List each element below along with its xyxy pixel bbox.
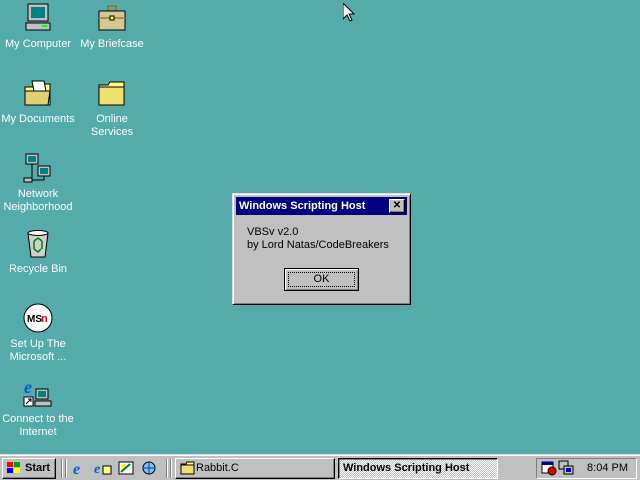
show-desktop-icon[interactable] — [117, 460, 135, 476]
desktop-icon-label: My Computer — [4, 38, 72, 50]
ok-button[interactable]: OK — [284, 268, 359, 291]
dialog-titlebar[interactable]: Windows Scripting Host ✕ — [236, 197, 407, 215]
desktop: My Computer My Briefcase My Documents On… — [0, 0, 640, 454]
taskbar-separator — [166, 459, 168, 478]
message-line: VBSv v2.0 — [247, 226, 299, 238]
dialog-title: Windows Scripting Host — [239, 200, 366, 212]
task-label: Windows Scripting Host — [343, 462, 470, 474]
taskbar-separator — [65, 459, 67, 478]
system-tray: 8:04 PM — [536, 458, 637, 479]
documents-folder-icon — [22, 77, 54, 109]
scheduler-icon[interactable] — [541, 460, 557, 476]
taskbar-separator — [170, 459, 172, 478]
channels-icon[interactable] — [140, 460, 158, 476]
desktop-icon-my-briefcase[interactable]: My Briefcase — [74, 2, 150, 51]
desktop-icon-my-computer[interactable]: My Computer — [0, 2, 76, 51]
desktop-icon-label: Connect to the Internet — [2, 413, 74, 438]
desktop-icon-label: Online Services — [90, 113, 134, 138]
desktop-icon-label: Network Neighborhood — [3, 188, 73, 213]
windows-logo-icon — [7, 462, 20, 473]
message-dialog: Windows Scripting Host ✕ VBSv v2.0 by Lo… — [232, 193, 411, 305]
computer-icon — [22, 2, 54, 34]
start-button[interactable]: Start — [2, 458, 56, 479]
svg-text:n: n — [41, 313, 48, 325]
svg-text:e: e — [24, 377, 32, 397]
desktop-icon-label: My Briefcase — [80, 38, 144, 50]
task-label: Rabbit.C — [196, 462, 239, 474]
focus-rectangle — [288, 272, 355, 287]
desktop-icon-connect-internet[interactable]: e Connect to the Internet — [0, 377, 76, 439]
desktop-icon-msn-setup[interactable]: MS n Set Up The Microsoft ... — [0, 302, 76, 364]
close-icon: ✕ — [392, 200, 402, 211]
close-button[interactable]: ✕ — [389, 199, 405, 213]
msn-icon: MS n — [22, 302, 54, 334]
desktop-icon-recycle-bin[interactable]: Recycle Bin — [0, 227, 76, 276]
internet-explorer-icon[interactable]: e — [71, 460, 89, 476]
task-button-wsh[interactable]: Windows Scripting Host — [338, 458, 498, 479]
taskbar: Start e e Rabbit.C Windows Scripting Hos… — [0, 454, 640, 480]
dialog-message: VBSv v2.0 by Lord Natas/CodeBreakers — [247, 226, 389, 252]
svg-text:e: e — [73, 461, 80, 476]
desktop-icon-network-neighborhood[interactable]: Network Neighborhood — [0, 152, 76, 214]
svg-text:e: e — [94, 462, 100, 476]
network-icon — [22, 152, 54, 184]
start-label: Start — [25, 462, 51, 474]
desktop-icon-label: My Documents — [1, 113, 75, 125]
briefcase-icon — [96, 2, 128, 34]
message-line: by Lord Natas/CodeBreakers — [247, 239, 389, 251]
outlook-express-icon[interactable]: e — [94, 460, 112, 476]
recycle-bin-icon — [22, 227, 54, 259]
folder-icon — [96, 77, 128, 109]
desktop-icon-label: Set Up The Microsoft ... — [9, 338, 67, 363]
clock[interactable]: 8:04 PM — [587, 459, 628, 478]
desktop-icon-online-services[interactable]: Online Services — [74, 77, 150, 139]
desktop-icon-my-documents[interactable]: My Documents — [0, 77, 76, 126]
desktop-icon-label: Recycle Bin — [8, 263, 68, 275]
network-tray-icon[interactable] — [558, 460, 574, 476]
internet-connect-icon: e — [22, 377, 54, 409]
taskbar-separator — [61, 459, 63, 478]
mouse-cursor-icon — [343, 3, 355, 22]
task-button-rabbit[interactable]: Rabbit.C — [175, 458, 335, 479]
folder-icon — [180, 461, 195, 475]
